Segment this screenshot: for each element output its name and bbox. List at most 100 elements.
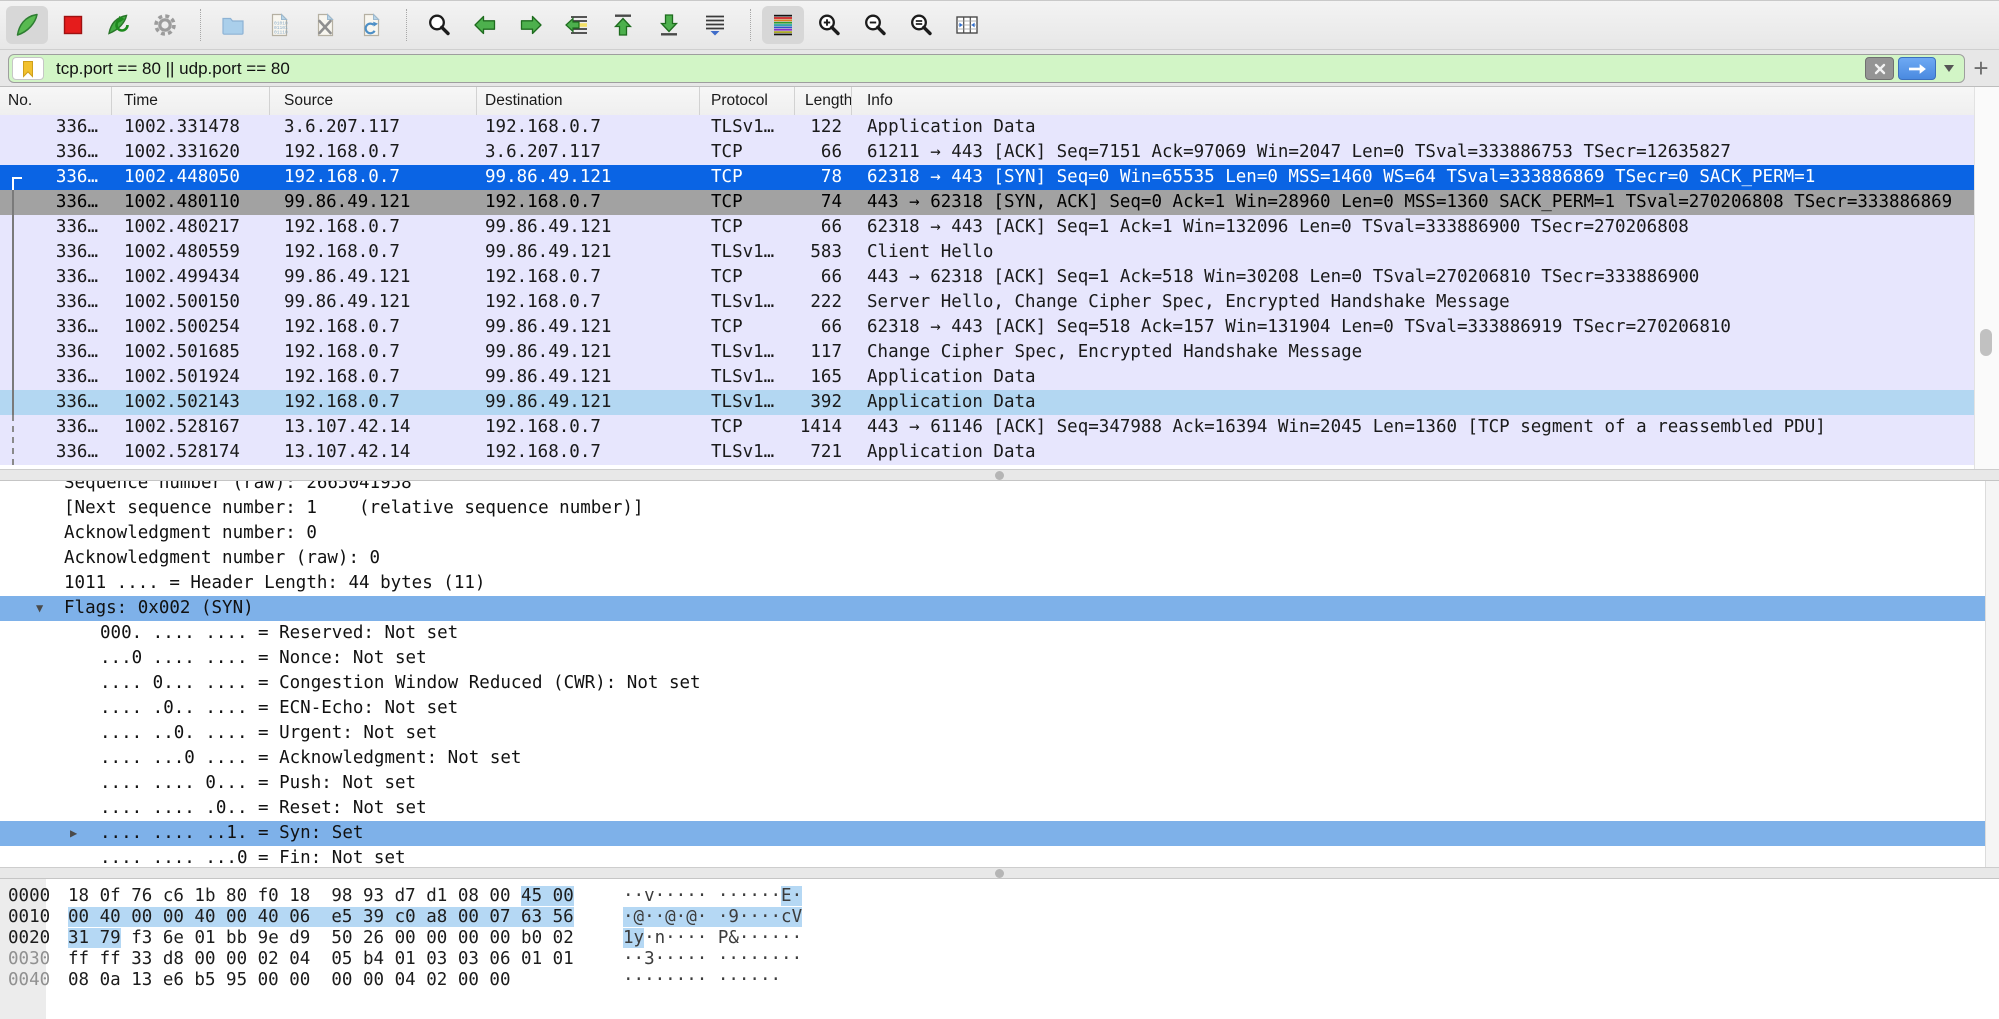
apply-filter-button[interactable] [1898, 57, 1936, 80]
packet-list-scrollbar[interactable] [1974, 87, 1999, 469]
packet-row[interactable]: 336…1002.501685192.168.0.799.86.49.121TL… [0, 340, 1975, 365]
detail-row[interactable]: .... ...0 .... = Acknowledgment: Not set [0, 746, 1986, 771]
cell-len: 165 [795, 365, 852, 390]
find-packet-button[interactable] [418, 6, 460, 44]
add-filter-button[interactable]: + [1967, 50, 1995, 86]
list-details-splitter[interactable] [0, 469, 1999, 481]
capture-options-button[interactable] [144, 6, 186, 44]
detail-row[interactable]: ▼Flags: 0x002 (SYN) [0, 596, 1986, 621]
wireshark-fin-icon [14, 12, 40, 38]
packet-row[interactable]: 336…1002.49943499.86.49.121192.168.0.7TC… [0, 265, 1975, 290]
column-header-proto[interactable]: Protocol [700, 87, 795, 115]
hex-row[interactable]: 002031 79 f3 6e 01 bb 9e d9 50 26 00 00 … [0, 928, 1999, 949]
resize-columns-button[interactable] [946, 6, 988, 44]
stop-capture-button[interactable] [52, 6, 94, 44]
hex-ascii[interactable]: ········ ······ [623, 970, 781, 991]
detail-row[interactable]: .... .... .0.. = Reset: Not set [0, 796, 1986, 821]
details-hex-splitter[interactable] [0, 867, 1999, 879]
display-filter-field[interactable]: tcp.port == 80 || udp.port == 80 [8, 54, 1965, 83]
chevron-down-icon[interactable] [1944, 65, 1954, 72]
colorize-button[interactable] [762, 6, 804, 44]
detail-row[interactable]: Sequence number (raw): 2665041958 [0, 481, 1986, 496]
detail-row[interactable]: [Next sequence number: 1 (relative seque… [0, 496, 1986, 521]
hex-ascii[interactable]: ··v····· ······E· [623, 886, 802, 907]
cell-proto: TCP [700, 190, 795, 215]
packet-row[interactable]: 336…1002.448050192.168.0.799.86.49.121TC… [0, 165, 1975, 190]
detail-row[interactable]: ▶.... .... ..1. = Syn: Set [0, 821, 1986, 846]
cell-len: 117 [795, 340, 852, 365]
detail-row[interactable]: Acknowledgment number: 0 [0, 521, 1986, 546]
expanded-triangle-icon[interactable]: ▼ [36, 596, 43, 621]
column-header-no[interactable]: No. [0, 87, 112, 115]
cell-len: 392 [795, 390, 852, 415]
reload-file-button[interactable] [350, 6, 392, 44]
cell-dst: 99.86.49.121 [477, 390, 700, 415]
hex-ascii[interactable]: ·@··@·@· ·9····cV [623, 907, 802, 928]
detail-row[interactable]: .... .... 0... = Push: Not set [0, 771, 1986, 796]
hex-ascii[interactable]: ··3····· ········ [623, 949, 802, 970]
go-back-button[interactable] [464, 6, 506, 44]
detail-row[interactable]: Acknowledgment number (raw): 0 [0, 546, 1986, 571]
column-header-time[interactable]: Time [112, 87, 270, 115]
detail-row[interactable]: 1011 .... = Header Length: 44 bytes (11) [0, 571, 1986, 596]
column-header-src[interactable]: Source [270, 87, 477, 115]
cell-info: 62318 → 443 [ACK] Seq=518 Ack=157 Win=13… [852, 315, 1975, 340]
packet-row[interactable]: 336…1002.331620192.168.0.73.6.207.117TCP… [0, 140, 1975, 165]
close-file-button[interactable] [304, 6, 346, 44]
hex-bytes[interactable]: 18 0f 76 c6 1b 80 f0 18 98 93 d7 d1 08 0… [68, 886, 623, 907]
hex-bytes[interactable]: 00 40 00 00 40 00 40 06 e5 39 c0 a8 00 0… [68, 907, 623, 928]
packet-row[interactable]: 336…1002.52817413.107.42.14192.168.0.7TL… [0, 440, 1975, 465]
filter-bookmark-button[interactable] [12, 57, 44, 80]
hex-rows: 000018 0f 76 c6 1b 80 f0 18 98 93 d7 d1 … [0, 879, 1999, 991]
zoom-out-button[interactable] [854, 6, 896, 44]
clear-filter-button[interactable] [1865, 57, 1894, 80]
cell-no: 336… [0, 290, 112, 315]
auto-scroll-button[interactable] [694, 6, 736, 44]
detail-row[interactable]: 000. .... .... = Reserved: Not set [0, 621, 1986, 646]
collapsed-triangle-icon[interactable]: ▶ [70, 821, 77, 846]
hex-row[interactable]: 004008 0a 13 e6 b5 95 00 00 00 00 04 02 … [0, 970, 1999, 991]
packet-row[interactable]: 336…1002.501924192.168.0.799.86.49.121TL… [0, 365, 1975, 390]
cell-len: 66 [795, 315, 852, 340]
packet-row[interactable]: 336…1002.500254192.168.0.799.86.49.121TC… [0, 315, 1975, 340]
detail-row[interactable]: .... .0.. .... = ECN-Echo: Not set [0, 696, 1986, 721]
cell-dst: 99.86.49.121 [477, 340, 700, 365]
cell-src: 192.168.0.7 [270, 365, 477, 390]
go-forward-button[interactable] [510, 6, 552, 44]
packet-row[interactable]: 336…1002.3314783.6.207.117192.168.0.7TLS… [0, 115, 1975, 140]
go-first-packet-button[interactable] [602, 6, 644, 44]
hex-row[interactable]: 0030ff ff 33 d8 00 00 02 04 05 b4 01 03 … [0, 949, 1999, 970]
column-header-info[interactable]: Info [852, 87, 1999, 115]
detail-row[interactable]: .... 0... .... = Congestion Window Reduc… [0, 671, 1986, 696]
hex-row[interactable]: 000018 0f 76 c6 1b 80 f0 18 98 93 d7 d1 … [0, 886, 1999, 907]
packet-row[interactable]: 336…1002.52816713.107.42.14192.168.0.7TC… [0, 415, 1975, 440]
column-header-len[interactable]: Length [795, 87, 852, 115]
start-capture-button[interactable] [6, 6, 48, 44]
save-file-button[interactable]: 010100110101110 [258, 6, 300, 44]
zoom-in-button[interactable] [808, 6, 850, 44]
open-file-button[interactable] [212, 6, 254, 44]
packet-row[interactable]: 336…1002.502143192.168.0.799.86.49.121TL… [0, 390, 1975, 415]
packet-row[interactable]: 336…1002.480217192.168.0.799.86.49.121TC… [0, 215, 1975, 240]
column-header-dst[interactable]: Destination [477, 87, 700, 115]
packet-row[interactable]: 336…1002.480559192.168.0.799.86.49.121TL… [0, 240, 1975, 265]
go-last-packet-button[interactable] [648, 6, 690, 44]
packet-row[interactable]: 336…1002.50015099.86.49.121192.168.0.7TL… [0, 290, 1975, 315]
scrollbar-thumb[interactable] [1980, 329, 1992, 356]
hex-bytes[interactable]: 31 79 f3 6e 01 bb 9e d9 50 26 00 00 00 0… [68, 928, 623, 949]
detail-row[interactable]: .... ..0. .... = Urgent: Not set [0, 721, 1986, 746]
details-scrollbar[interactable] [1985, 481, 1999, 867]
cell-src: 99.86.49.121 [270, 190, 477, 215]
cell-no: 336… [0, 390, 112, 415]
packet-row[interactable]: 336…1002.48011099.86.49.121192.168.0.7TC… [0, 190, 1975, 215]
filter-expression-input[interactable]: tcp.port == 80 || udp.port == 80 [56, 59, 1865, 79]
zoom-reset-button[interactable] [900, 6, 942, 44]
detail-row[interactable]: .... .... ...0 = Fin: Not set [0, 846, 1986, 867]
hex-bytes[interactable]: ff ff 33 d8 00 00 02 04 05 b4 01 03 03 0… [68, 949, 623, 970]
hex-bytes[interactable]: 08 0a 13 e6 b5 95 00 00 00 00 04 02 00 0… [68, 970, 623, 991]
hex-ascii[interactable]: 1y·n···· P&······ [623, 928, 802, 949]
detail-row[interactable]: ...0 .... .... = Nonce: Not set [0, 646, 1986, 671]
restart-capture-button[interactable] [98, 6, 140, 44]
hex-row[interactable]: 001000 40 00 00 40 00 40 06 e5 39 c0 a8 … [0, 907, 1999, 928]
go-to-packet-button[interactable] [556, 6, 598, 44]
